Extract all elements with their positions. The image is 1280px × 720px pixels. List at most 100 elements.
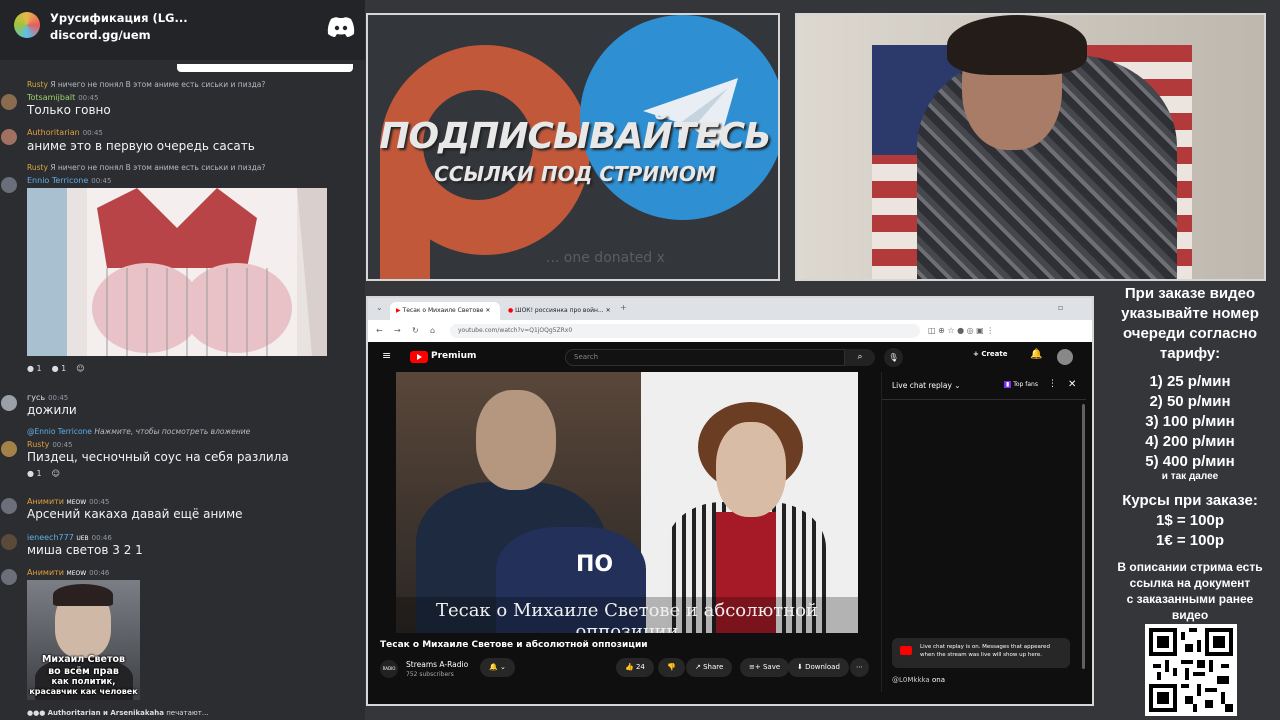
like-button[interactable]: 👍 24 bbox=[616, 658, 654, 677]
new-tab-icon[interactable]: + bbox=[620, 303, 627, 312]
avatar[interactable] bbox=[1, 395, 17, 411]
search-button[interactable]: ⌕ bbox=[845, 349, 875, 366]
microphone-icon[interactable]: 🎙 bbox=[884, 348, 903, 367]
top-fans-icon: ▮ bbox=[1004, 381, 1012, 388]
create-button[interactable]: + Create bbox=[973, 350, 1007, 358]
video-title: Тесак о Михаиле Светове и абсолютной опп… bbox=[380, 640, 648, 650]
avatar[interactable] bbox=[1, 569, 17, 585]
forward-icon[interactable]: → bbox=[394, 326, 401, 335]
home-icon[interactable]: ⌂ bbox=[430, 326, 435, 335]
donation-ghost-text: ... one donated x bbox=[546, 250, 665, 266]
youtube-premium-label: Premium bbox=[431, 351, 477, 361]
search-input[interactable]: Search bbox=[565, 349, 845, 366]
username[interactable]: Ennio Terricone 00:45 bbox=[27, 176, 111, 185]
hamburger-menu-icon[interactable]: ≡ bbox=[382, 349, 391, 362]
more-options-icon[interactable]: ⋮ bbox=[1048, 379, 1057, 389]
username[interactable]: гусь 00:45 bbox=[27, 393, 68, 402]
close-icon[interactable]: ✕ bbox=[1068, 379, 1076, 390]
server-name: Урусификация (LG... bbox=[50, 11, 188, 25]
tab-inactive[interactable]: ● ШОК! россиянка про войн... ✕ bbox=[502, 302, 617, 320]
meme-image-attachment[interactable]: Михаил Светов во всём прав как политик, … bbox=[27, 580, 140, 700]
youtube-logo-icon[interactable] bbox=[410, 351, 428, 363]
dislike-button[interactable]: 👎 bbox=[658, 658, 685, 677]
chat-footer-message: @L0Mkkka ona bbox=[892, 676, 945, 684]
channel-avatar[interactable]: RADIO bbox=[380, 660, 398, 678]
reaction[interactable]: ● 1 bbox=[27, 469, 42, 478]
minimize-icon[interactable]: ▫ bbox=[1058, 303, 1063, 312]
add-reaction-icon[interactable]: ☺ bbox=[52, 469, 60, 478]
username[interactable]: ieneech777 UEB 00:46 bbox=[27, 533, 112, 542]
browser-window: ⌄ ▶ Тесак о Михаиле Светове ✕ ● ШОК! рос… bbox=[366, 296, 1094, 706]
typing-dots-icon: ●●● bbox=[27, 709, 46, 717]
more-actions-button[interactable]: ⋯ bbox=[850, 658, 869, 677]
video-police-text: ПО bbox=[576, 552, 614, 577]
info-line: указывайте номер bbox=[1121, 305, 1259, 322]
url-field[interactable]: youtube.com/watch?v=Q1jOQg5ZRx0 bbox=[450, 324, 920, 338]
avatar[interactable] bbox=[1, 498, 17, 514]
reaction-row[interactable]: ● 1 ☺ bbox=[27, 469, 70, 478]
video-person-head bbox=[476, 390, 556, 490]
username[interactable]: Rusty 00:45 bbox=[27, 440, 73, 449]
description-line: с заказанными ранее bbox=[1126, 592, 1254, 606]
meme-caption: как политик, bbox=[51, 677, 116, 687]
anime-image bbox=[27, 188, 327, 356]
back-icon[interactable]: ← bbox=[376, 326, 383, 335]
info-line: При заказе видео bbox=[1124, 285, 1256, 302]
tab-list-icon[interactable]: ⌄ bbox=[376, 303, 383, 312]
reaction[interactable]: ● 1 bbox=[52, 364, 67, 373]
message-text: Пиздец, чесночный соус на себя разлила bbox=[27, 450, 289, 464]
tab-bar: ⌄ ▶ Тесак о Михаиле Светове ✕ ● ШОК! рос… bbox=[368, 298, 1092, 320]
avatar[interactable] bbox=[1, 94, 17, 110]
live-chat-mode-select[interactable]: Live chat replay ⌄ bbox=[892, 381, 961, 390]
notification-bell-button[interactable]: 🔔 ⌄ bbox=[480, 658, 515, 677]
youtube-notice-icon bbox=[900, 646, 912, 655]
webcam-panel bbox=[795, 13, 1266, 281]
description-line: видео bbox=[1171, 608, 1209, 622]
typing-indicator: ●●● Authoritarian и Arsenikakaha печатаю… bbox=[27, 709, 209, 717]
tariff-line: 1) 25 р/мин bbox=[1149, 373, 1231, 390]
reaction[interactable]: ● 1 bbox=[27, 364, 42, 373]
reaction-row[interactable]: ● 1 ● 1 ☺ bbox=[27, 364, 95, 373]
avatar[interactable] bbox=[1, 534, 17, 550]
message-text: Только говно bbox=[27, 103, 111, 117]
info-line: очереди согласно bbox=[1122, 325, 1258, 342]
video-person2-head bbox=[716, 422, 786, 517]
tab-active[interactable]: ▶ Тесак о Михаиле Светове ✕ bbox=[390, 302, 500, 320]
reload-icon[interactable]: ↻ bbox=[412, 326, 419, 335]
avatar[interactable] bbox=[1, 177, 17, 193]
account-avatar[interactable] bbox=[1057, 349, 1073, 365]
reply-preview: Rusty Я ничего не понял В этом аниме ест… bbox=[27, 80, 266, 89]
meme-caption: во всём прав bbox=[48, 666, 119, 677]
anime-image-attachment[interactable] bbox=[27, 188, 327, 356]
save-button[interactable]: ≡+ Save bbox=[740, 658, 790, 677]
description-line: ссылка на документ bbox=[1129, 576, 1251, 590]
promo-subline: ССЫЛКИ ПОД СТРИМОМ bbox=[434, 162, 716, 186]
username[interactable]: Totsamijbalt 00:45 bbox=[27, 93, 98, 102]
video-player[interactable]: ПО Тесак о Михаиле Светове и абсолютной … bbox=[396, 372, 858, 633]
share-button[interactable]: ↗ Share bbox=[686, 658, 733, 677]
meme-caption: Михаил Светов bbox=[41, 654, 126, 665]
avatar[interactable] bbox=[1, 441, 17, 457]
extensions-icon[interactable]: ◫ ⊕ ☆ ● ◎ ▣ ⋮ bbox=[928, 326, 994, 335]
username[interactable]: Анимити MEOW 00:46 bbox=[27, 568, 109, 577]
scrollbar[interactable] bbox=[1082, 404, 1085, 669]
server-header: Урусификация (LG... discord.gg/uem bbox=[0, 0, 365, 72]
meme-caption: красавчик как человек bbox=[29, 687, 138, 696]
reply-preview: Rusty Я ничего не понял В этом аниме ест… bbox=[27, 163, 266, 172]
rates-title: Курсы при заказе: bbox=[1122, 492, 1258, 509]
embed-edge bbox=[177, 64, 353, 72]
top-fans-button[interactable]: ▮ Top fans bbox=[1004, 381, 1038, 388]
username[interactable]: Authoritarian 00:45 bbox=[27, 128, 103, 137]
streamer-hair bbox=[947, 15, 1087, 75]
download-button[interactable]: ⬇ Download bbox=[788, 658, 849, 677]
username[interactable]: Анимити MEOW 00:45 bbox=[27, 497, 109, 506]
add-reaction-icon[interactable]: ☺ bbox=[76, 364, 84, 373]
message-text: дожили bbox=[27, 403, 77, 417]
tariff-line: 2) 50 р/мин bbox=[1149, 393, 1231, 410]
notifications-bell-icon[interactable]: 🔔 bbox=[1030, 349, 1042, 360]
channel-name[interactable]: Streams A-Radio bbox=[406, 660, 468, 669]
description-line: В описании стрима есть bbox=[1117, 560, 1263, 574]
avatar[interactable] bbox=[1, 129, 17, 145]
promo-panel: ПОДПИСЫВАЙТЕСЬ ССЫЛКИ ПОД СТРИМОМ ... on… bbox=[366, 13, 780, 281]
youtube-favicon-icon: ● bbox=[508, 307, 514, 314]
